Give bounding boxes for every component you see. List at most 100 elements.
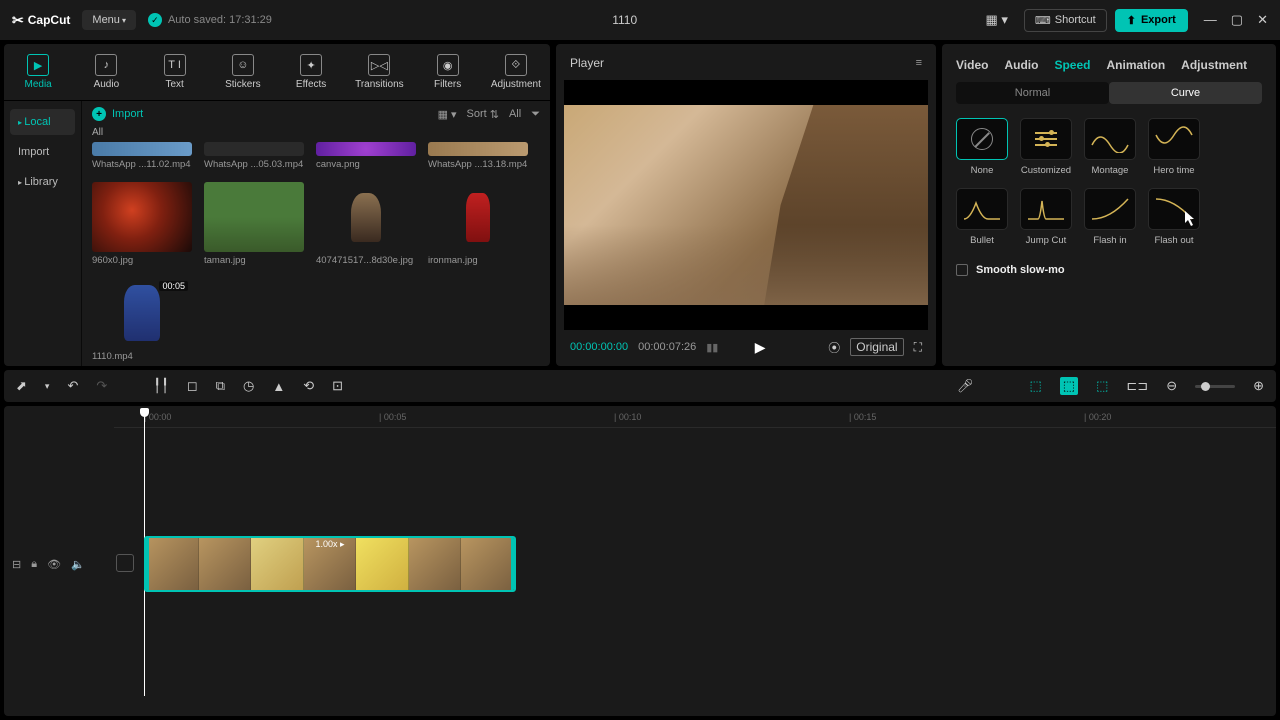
media-side-nav: Local Import Library	[4, 101, 82, 366]
export-button[interactable]: ⬆Export	[1115, 9, 1188, 32]
tab-effects[interactable]: ✦Effects	[277, 50, 345, 94]
redo-button[interactable]: ↷	[96, 378, 107, 394]
track-eye-icon[interactable]: 👁	[47, 558, 61, 571]
track-toggle-3[interactable]: ⬚	[1096, 378, 1108, 394]
original-badge[interactable]: Original	[850, 338, 903, 356]
curve-flash-in[interactable]: Flash in	[1084, 188, 1136, 246]
media-thumb[interactable]: WhatsApp ...05.03.mp4	[204, 142, 304, 170]
ruler-mark: | 00:15	[849, 412, 876, 422]
inspector-tab-speed[interactable]: Speed	[1054, 58, 1090, 72]
timeline-scrollbar[interactable]	[104, 706, 1256, 712]
track-split[interactable]: ⊏⊐	[1126, 378, 1148, 394]
app-logo: ✂ CapCut	[12, 12, 70, 29]
mic-icon[interactable]: 🎤︎	[957, 378, 974, 394]
curve-flash-out[interactable]: Flash out	[1148, 188, 1200, 246]
sidenav-local[interactable]: Local	[10, 109, 75, 135]
plus-icon: +	[92, 107, 106, 121]
tab-transitions[interactable]: ▷◁Transitions	[345, 50, 413, 94]
tab-stickers[interactable]: ☺Stickers	[209, 50, 277, 94]
curve-montage[interactable]: Montage	[1084, 118, 1136, 176]
speed-subtab-curve[interactable]: Curve	[1109, 82, 1262, 104]
sort-button[interactable]: Sort ⇅	[467, 108, 499, 121]
media-thumb[interactable]: taman.jpg	[204, 182, 304, 266]
media-thumb[interactable]: ironman.jpg	[428, 182, 528, 266]
player-menu-icon[interactable]: ≡	[916, 57, 922, 69]
speed-subtab-normal[interactable]: Normal	[956, 82, 1109, 104]
copy-tool[interactable]: ⧉	[216, 378, 225, 394]
media-thumb[interactable]: WhatsApp ...13.18.mp4	[428, 142, 528, 170]
mirror-tool[interactable]: ▲	[272, 379, 285, 394]
crop2-tool[interactable]: ⊡	[332, 378, 343, 394]
media-icon: ▶	[27, 54, 49, 76]
curve-none[interactable]: None	[956, 118, 1008, 176]
menu-button[interactable]: Menu▾	[82, 10, 136, 30]
check-icon: ✓	[148, 13, 162, 27]
media-thumb[interactable]: 407471517...8d30e.jpg	[316, 182, 416, 266]
transitions-icon: ▷◁	[368, 54, 390, 76]
timeline-clip[interactable]: 1.00x ▸	[144, 536, 516, 592]
zoom-slider[interactable]	[1195, 385, 1235, 388]
tab-text[interactable]: T IText	[141, 50, 209, 94]
sidenav-import[interactable]: Import	[10, 139, 75, 165]
inspector-tab-video[interactable]: Video	[956, 58, 988, 72]
track-lock-icon[interactable]: 🔒︎	[31, 558, 37, 571]
crop-tool[interactable]: ◻	[187, 378, 198, 394]
close-button[interactable]: ✕	[1257, 12, 1268, 28]
timeline[interactable]: | 00:00| 00:05| 00:10| 00:15| 00:20 ⊟ 🔒︎…	[4, 406, 1276, 716]
sidenav-library[interactable]: Library	[10, 169, 75, 195]
preview-viewport[interactable]	[564, 80, 928, 330]
curve-customized[interactable]: Customized	[1020, 118, 1072, 176]
media-thumb[interactable]: 960x0.jpg	[92, 182, 192, 266]
grid-view-button[interactable]: ▦ ▾	[438, 108, 457, 121]
filter-icon[interactable]: ⏷	[531, 108, 540, 121]
timeline-toolbar: ⬈ ▾ ↶ ↷ ╿╿ ◻ ⧉ ◷ ▲ ⟲ ⊡ 🎤︎ ⬚ ⬚ ⬚ ⊏⊐ ⊖ ⊕	[4, 370, 1276, 402]
speed-tool[interactable]: ◷	[243, 378, 254, 394]
curve-jump-cut[interactable]: Jump Cut	[1020, 188, 1072, 246]
curve-bullet[interactable]: Bullet	[956, 188, 1008, 246]
clip-speed-label: 1.00x ▸	[315, 539, 344, 550]
upload-icon: ⬆	[1127, 14, 1136, 27]
inspector-panel: Video Audio Speed Animation Adjustment Norma…	[942, 44, 1276, 366]
inspector-tab-audio[interactable]: Audio	[1004, 58, 1038, 72]
fullscreen-icon[interactable]: ⛶	[914, 340, 922, 355]
track-toggle-1[interactable]: ⬚	[1030, 378, 1042, 394]
track-toggle-2[interactable]: ⬚	[1060, 377, 1078, 395]
filter-all-button[interactable]: All	[509, 108, 521, 121]
import-button[interactable]: + Import	[92, 107, 143, 121]
tab-audio[interactable]: ♪Audio	[72, 50, 140, 94]
keyboard-icon: ⌨	[1035, 14, 1051, 27]
inspector-tab-animation[interactable]: Animation	[1106, 58, 1165, 72]
split-tool[interactable]: ╿╿	[153, 378, 169, 394]
layout-icon[interactable]: ▦ ▾	[977, 8, 1015, 32]
player-title: Player	[570, 56, 604, 70]
rotate-tool[interactable]: ⟲	[303, 378, 314, 394]
timeline-ruler[interactable]: | 00:00| 00:05| 00:10| 00:15| 00:20	[114, 410, 1276, 428]
snapshot-icon[interactable]: ⦿	[828, 339, 840, 356]
media-thumb[interactable]: WhatsApp ...11.02.mp4	[92, 142, 192, 170]
tab-media[interactable]: ▶Media	[4, 50, 72, 94]
smooth-slowmo-checkbox[interactable]	[956, 264, 968, 276]
cursor-tool[interactable]: ⬈	[16, 378, 27, 394]
compare-icon[interactable]: ▮▮	[706, 341, 718, 354]
play-button[interactable]: ▶	[755, 339, 766, 356]
adjustment-icon: ⟐	[505, 54, 527, 76]
track-mute-icon[interactable]: 🔈	[71, 558, 85, 571]
ruler-mark: | 00:20	[1084, 412, 1111, 422]
inspector-tab-adjustment[interactable]: Adjustment	[1181, 58, 1247, 72]
shortcut-button[interactable]: ⌨Shortcut	[1024, 9, 1107, 32]
undo-button[interactable]: ↶	[67, 378, 78, 394]
media-thumb[interactable]: 00:051110.mp4	[92, 278, 192, 362]
cursor-dropdown[interactable]: ▾	[45, 381, 50, 392]
zoom-in[interactable]: ⊕	[1253, 378, 1264, 394]
curve-hero-time[interactable]: Hero time	[1148, 118, 1200, 176]
add-track-button[interactable]	[116, 554, 134, 572]
maximize-button[interactable]: ▢	[1231, 12, 1243, 28]
media-thumb[interactable]: canva.png	[316, 142, 416, 170]
zoom-out[interactable]: ⊖	[1166, 378, 1177, 394]
tab-adjustment[interactable]: ⟐Adjustment	[482, 50, 550, 94]
minimize-button[interactable]: —	[1204, 12, 1217, 28]
media-panel: ▶Media♪AudioT IText☺Stickers✦Effects▷◁Tr…	[4, 44, 550, 366]
track-expand-icon[interactable]: ⊟	[12, 558, 21, 571]
track-controls: ⊟ 🔒︎ 👁 🔈	[12, 558, 85, 571]
tab-filters[interactable]: ◉Filters	[414, 50, 482, 94]
